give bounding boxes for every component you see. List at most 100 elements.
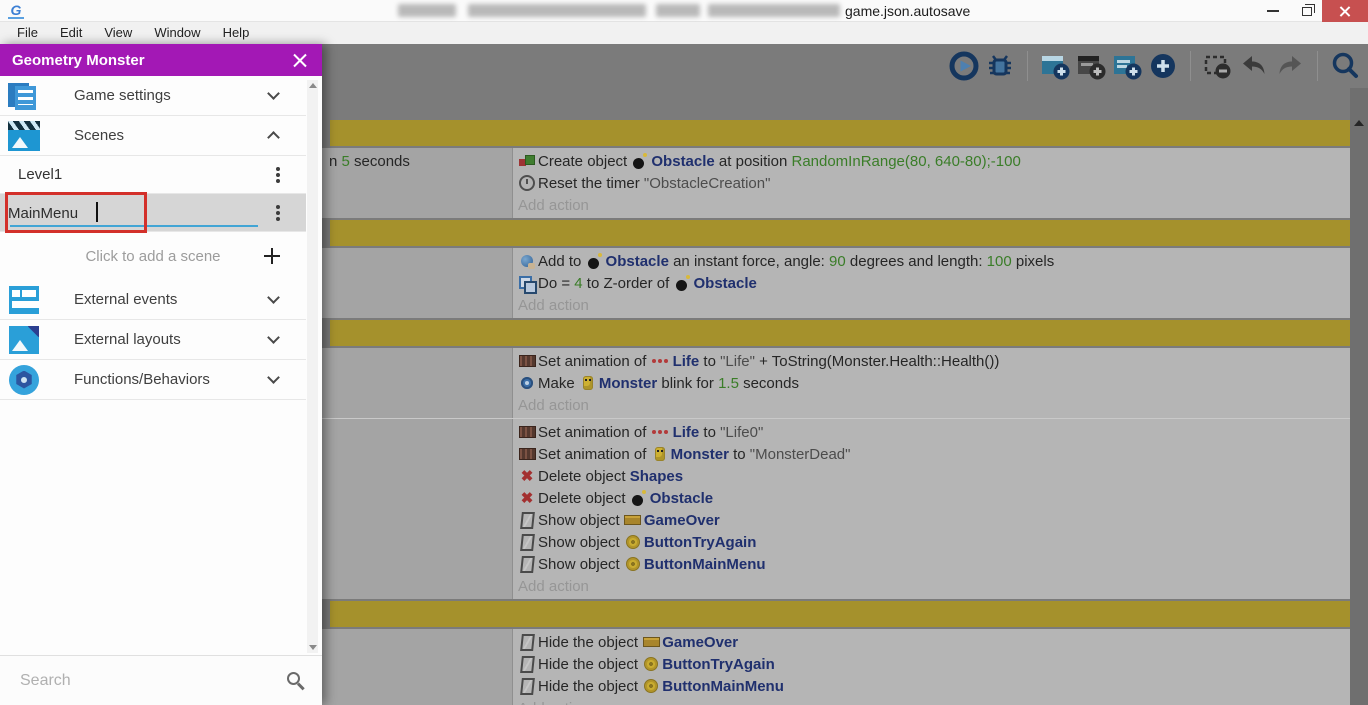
maximize-button[interactable] [1292, 0, 1322, 22]
scroll-up-icon[interactable] [309, 83, 317, 88]
action-line[interactable]: Show object GameOver [518, 509, 1350, 531]
scene-item-level1[interactable]: Level1 [0, 156, 306, 194]
add-event-icon [1042, 56, 1070, 80]
scene-name-input[interactable] [8, 200, 258, 226]
action-line[interactable]: Create object Obstacle at position Rando… [518, 150, 1350, 172]
action-line[interactable]: Set animation of Life to "Life" + ToStri… [518, 350, 1350, 372]
action-line[interactable]: Hide the object ButtonTryAgain [518, 653, 1350, 675]
scroll-down-icon[interactable] [309, 645, 317, 650]
chevron-up-icon[interactable] [267, 131, 280, 144]
obj-bomb-icon [586, 252, 604, 270]
sidebar-item-scenes[interactable]: Scenes [0, 116, 306, 156]
menu-help[interactable]: Help [212, 22, 261, 44]
action-line[interactable]: Hide the object GameOver [518, 631, 1350, 653]
action-text: at position [714, 152, 792, 170]
sidebar-item-label: External layouts [74, 331, 181, 348]
chevron-down-icon[interactable] [267, 87, 280, 100]
action-line[interactable]: Show object ButtonMainMenu [518, 553, 1350, 575]
sidebar-item-game-settings[interactable]: Game settings [0, 76, 306, 116]
more-options-icon[interactable] [276, 167, 280, 171]
remove-event-button[interactable] [1203, 51, 1233, 81]
action-text: to [699, 423, 721, 441]
menu-view[interactable]: View [93, 22, 143, 44]
close-panel-button[interactable] [292, 52, 308, 68]
plus-icon[interactable] [264, 248, 280, 264]
add-scene-button[interactable]: Click to add a scene [0, 232, 306, 280]
action-line[interactable]: Do = 4 to Z-order of Obstacle [518, 272, 1350, 294]
menu-window[interactable]: Window [143, 22, 211, 44]
comment-bar[interactable] [330, 220, 1350, 246]
add-action-button[interactable]: Add action [518, 394, 1350, 416]
actions-cell: Add to Obstacle an instant force, angle:… [513, 248, 1350, 318]
sidebar-item-external-events[interactable]: External events [0, 280, 306, 320]
debug-icon [989, 55, 1011, 76]
preview-play-button[interactable] [949, 51, 979, 81]
action-line[interactable]: Delete object Shapes [518, 465, 1350, 487]
chevron-down-icon[interactable] [267, 331, 280, 344]
visibility-icon [518, 677, 536, 695]
menu-edit[interactable]: Edit [49, 22, 93, 44]
action-line[interactable]: Reset the timer "ObstacleCreation" [518, 172, 1350, 194]
conditions-cell[interactable] [322, 248, 513, 318]
comment-bar[interactable] [330, 120, 1350, 146]
search-icon[interactable] [287, 672, 300, 685]
window-title: game.json.autosave [845, 3, 971, 19]
chevron-down-icon[interactable] [267, 371, 280, 384]
conditions-cell[interactable] [322, 629, 513, 705]
conditions-cell[interactable] [322, 419, 513, 599]
event-block: Set animation of Life to "Life" + ToStri… [322, 348, 1350, 418]
action-line[interactable]: Set animation of Life to "Life0" [518, 421, 1350, 443]
add-action-button[interactable]: Add action [518, 194, 1350, 216]
redacted-title-text [398, 4, 456, 17]
value-text: 5 [341, 152, 350, 170]
action-line[interactable]: Set animation of Monster to "MonsterDead… [518, 443, 1350, 465]
action-line[interactable]: Hide the object ButtonMainMenu [518, 675, 1350, 697]
add-comment-button[interactable] [1112, 51, 1142, 81]
action-line[interactable]: Delete object Obstacle [518, 487, 1350, 509]
more-options-icon[interactable] [276, 205, 280, 209]
scroll-up-icon[interactable] [1354, 120, 1364, 126]
debug-button[interactable] [985, 51, 1015, 81]
scene-item-editing[interactable] [0, 194, 306, 232]
action-line[interactable]: Show object ButtonTryAgain [518, 531, 1350, 553]
undo-button[interactable] [1239, 51, 1269, 81]
condition-line[interactable]: n 5 seconds [329, 150, 512, 172]
external-events-icon [0, 285, 48, 314]
object-name: Life [672, 352, 700, 370]
minimize-button[interactable] [1258, 0, 1288, 22]
maximize-icon [1302, 3, 1315, 16]
conditions-cell[interactable] [322, 348, 513, 418]
add-action-button[interactable]: Add action [518, 575, 1350, 597]
add-event-other-button[interactable] [1148, 51, 1178, 81]
menu-file[interactable]: File [6, 22, 49, 44]
conditions-cell[interactable]: n 5 seconds [322, 148, 513, 218]
obj-life-icon [651, 423, 671, 441]
action-line[interactable]: Make Monster blink for 1.5 seconds [518, 372, 1350, 394]
events-sheet: n 5 seconds Create object Obstacle at pos… [322, 88, 1350, 705]
minimize-icon [1267, 10, 1279, 12]
search-input[interactable] [20, 671, 260, 690]
toolbar [322, 44, 1368, 88]
object-name: ButtonTryAgain [662, 655, 775, 673]
redacted-title-text [468, 4, 646, 17]
obj-bomb-icon [674, 274, 692, 292]
close-window-button[interactable] [1322, 0, 1368, 22]
comment-bar[interactable] [330, 320, 1350, 346]
object-name: ButtonMainMenu [662, 677, 784, 695]
comment-bar[interactable] [330, 601, 1350, 627]
add-action-button[interactable]: Add action [518, 697, 1350, 705]
search-button[interactable] [1330, 51, 1360, 81]
chevron-down-icon[interactable] [267, 291, 280, 304]
add-subevent-button[interactable] [1076, 51, 1106, 81]
action-line[interactable]: Add to Obstacle an instant force, angle:… [518, 250, 1350, 272]
events-scrollbar[interactable] [1350, 88, 1368, 705]
sidebar-item-external-layouts[interactable]: External layouts [0, 320, 306, 360]
add-action-button[interactable]: Add action [518, 294, 1350, 316]
sidebar-item-functions-behaviors[interactable]: Functions/Behaviors [0, 360, 306, 400]
action-text: Show object [538, 511, 624, 529]
event-block: Hide the object GameOver Hide the object … [322, 629, 1350, 705]
panel-scrollbar[interactable] [307, 80, 318, 653]
redo-button[interactable] [1275, 51, 1305, 81]
add-event-button[interactable] [1040, 51, 1070, 81]
object-name: Monster [598, 374, 658, 392]
